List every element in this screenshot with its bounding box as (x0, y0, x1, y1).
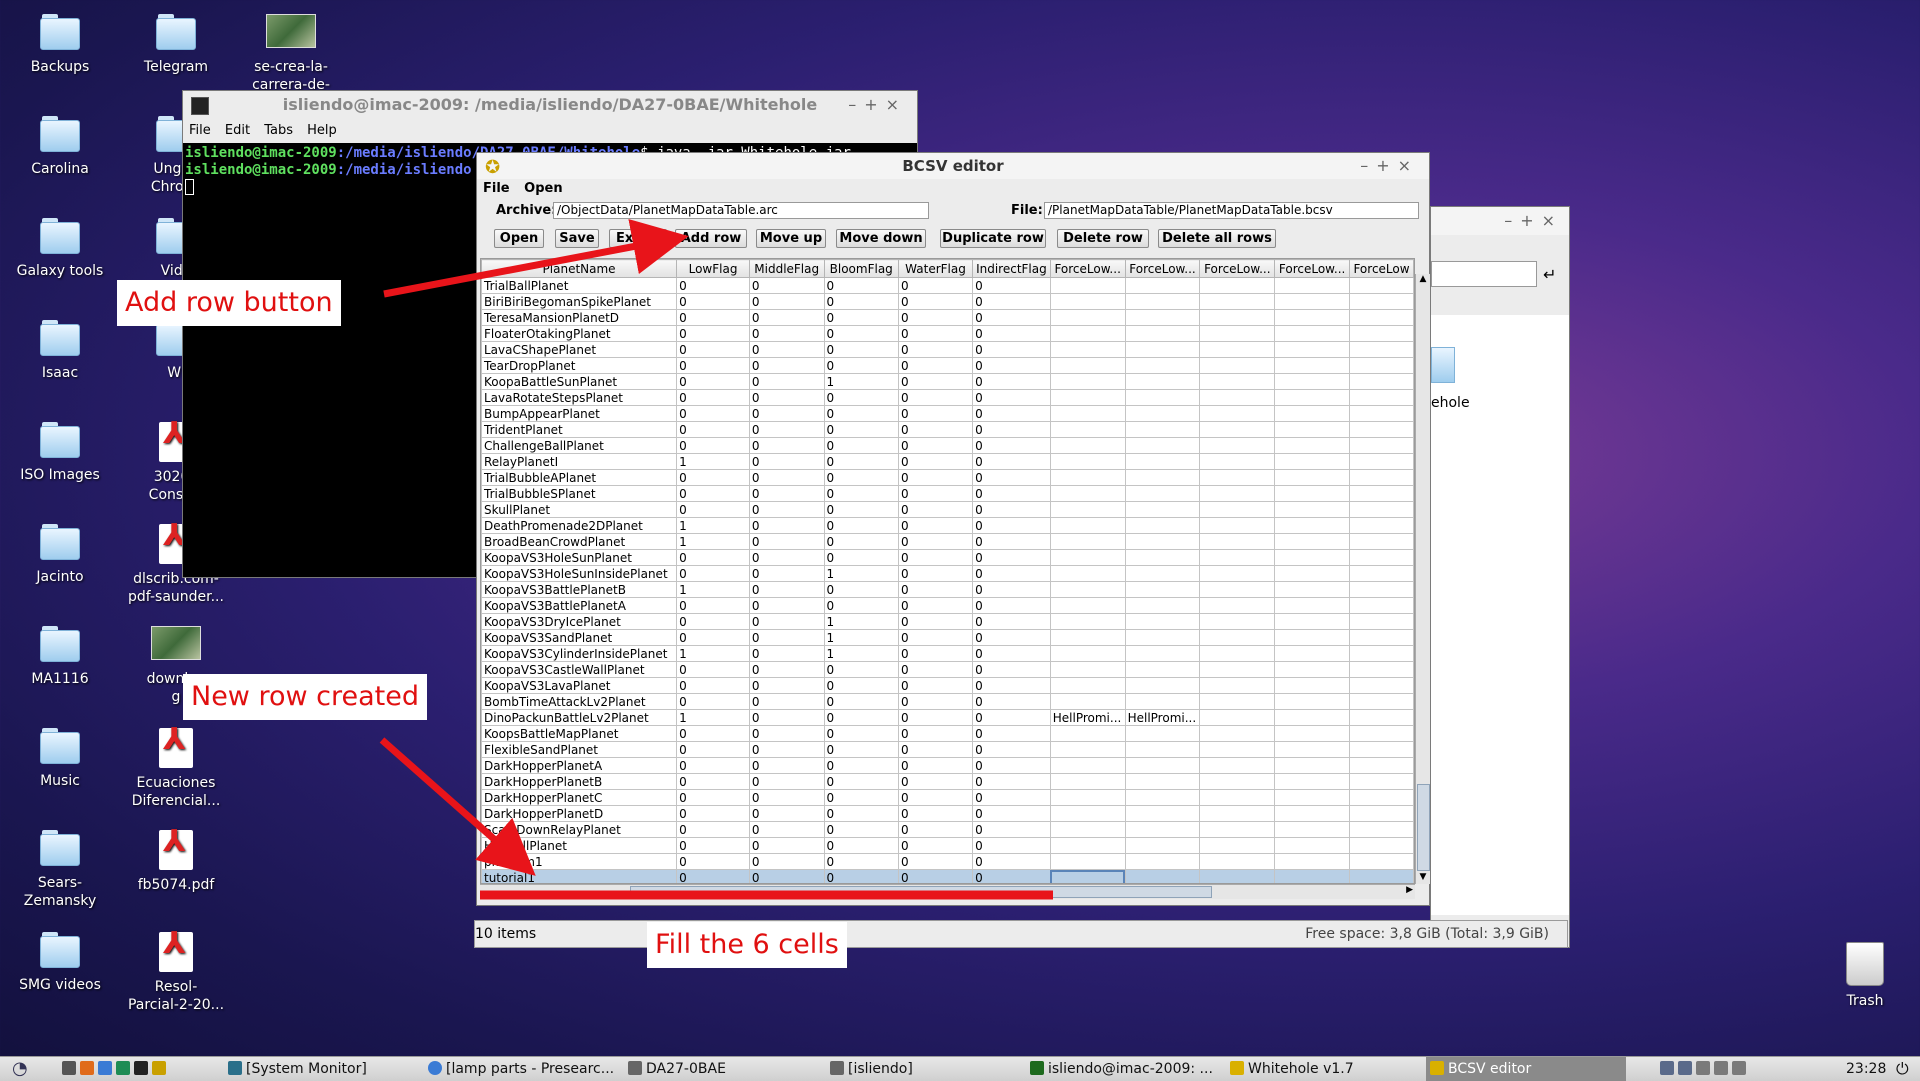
taskbar: ◔ [System Monitor] [lamp parts - Presear… (0, 1056, 1920, 1081)
annotation-arrows (379, 219, 1053, 900)
start-menu-icon[interactable]: ◔ (12, 1057, 28, 1081)
arrow-to-new-row (379, 737, 536, 876)
arrow-to-add-row (383, 219, 689, 298)
task-file-manager-da27[interactable]: DA27-0BAE (628, 1057, 726, 1081)
task-bcsv-editor[interactable]: BCSV editor (1426, 1057, 1626, 1081)
callout-new-row-created: New row created (183, 674, 428, 720)
callout-add-row-button: Add row button (117, 280, 341, 326)
task-file-manager-isliendo[interactable]: [isliendo] (830, 1057, 913, 1081)
callout-fill-cells: Fill the 6 cells (647, 922, 847, 968)
task-terminal[interactable]: isliendo@imac-2009: ... (1030, 1057, 1213, 1081)
task-browser[interactable]: [lamp parts - Presearc... (428, 1057, 614, 1081)
task-system-monitor[interactable]: [System Monitor] (228, 1057, 367, 1081)
task-whitehole[interactable]: Whitehole v1.7 (1230, 1057, 1354, 1081)
quicklaunch-icons[interactable] (62, 1057, 170, 1081)
tray-icons[interactable] (1660, 1057, 1750, 1081)
clock: 23:28 (1846, 1061, 1887, 1077)
power-icon[interactable]: ⏻ (1896, 1057, 1909, 1081)
